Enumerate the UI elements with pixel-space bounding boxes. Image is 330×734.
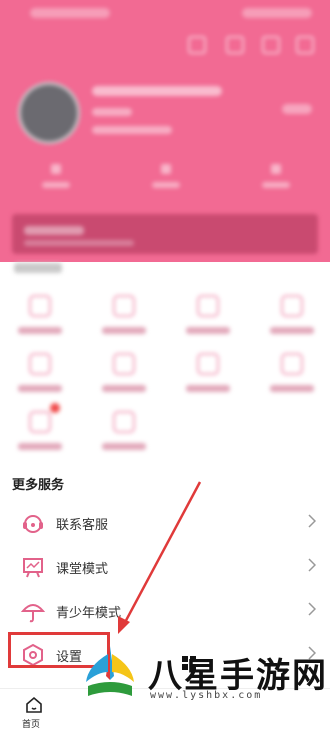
avatar[interactable] bbox=[18, 82, 80, 144]
watermark-url: www.lyshbx.com bbox=[150, 690, 263, 701]
headset-icon bbox=[23, 515, 43, 533]
service-teen-mode[interactable]: 青少年模式 bbox=[0, 588, 330, 632]
status-bar-right bbox=[242, 8, 312, 18]
chevron-right-icon bbox=[308, 514, 316, 528]
header-action-icon[interactable] bbox=[296, 36, 314, 54]
grid-item[interactable] bbox=[94, 411, 154, 461]
grid-item[interactable] bbox=[178, 295, 238, 345]
grid-item[interactable] bbox=[262, 353, 322, 403]
service-classroom-mode[interactable]: 课堂模式 bbox=[0, 544, 330, 588]
grid-item[interactable] bbox=[94, 295, 154, 345]
services-grid bbox=[0, 255, 330, 460]
user-name bbox=[92, 86, 222, 96]
user-info bbox=[92, 126, 172, 134]
classroom-icon bbox=[23, 558, 43, 578]
stat-item[interactable] bbox=[36, 164, 76, 194]
watermark-logo-icon bbox=[86, 646, 134, 696]
header-action-icon[interactable] bbox=[188, 36, 206, 54]
watermark: 八星手游网 www.lyshbx.com bbox=[76, 640, 330, 733]
status-bar-left bbox=[30, 8, 110, 18]
service-label: 课堂模式 bbox=[56, 562, 109, 577]
grid-item[interactable] bbox=[10, 295, 70, 345]
grid-item[interactable] bbox=[178, 353, 238, 403]
grid-item[interactable] bbox=[94, 353, 154, 403]
stat-item[interactable] bbox=[256, 164, 296, 194]
nav-home-label[interactable]: 首页 bbox=[22, 717, 40, 730]
grid-title bbox=[14, 263, 62, 273]
member-banner[interactable] bbox=[12, 214, 318, 254]
service-contact-support[interactable]: 联系客服 bbox=[0, 500, 330, 544]
notification-dot bbox=[50, 403, 60, 413]
header-action-icon[interactable] bbox=[226, 36, 244, 54]
stat-item[interactable] bbox=[146, 164, 186, 194]
user-subtitle bbox=[92, 108, 132, 116]
profile-header bbox=[0, 0, 330, 262]
chevron-right-icon bbox=[308, 602, 316, 616]
service-label: 青少年模式 bbox=[56, 606, 122, 621]
grid-item[interactable] bbox=[262, 295, 322, 345]
home-icon[interactable] bbox=[24, 695, 44, 715]
umbrella-icon bbox=[20, 604, 46, 623]
chevron-right-icon bbox=[308, 558, 316, 572]
grid-item[interactable] bbox=[10, 353, 70, 403]
service-label: 联系客服 bbox=[56, 518, 109, 533]
more-services-title: 更多服务 bbox=[12, 478, 65, 493]
profile-link[interactable] bbox=[282, 104, 312, 114]
grid-item[interactable] bbox=[10, 411, 70, 461]
header-action-icon[interactable] bbox=[262, 36, 280, 54]
